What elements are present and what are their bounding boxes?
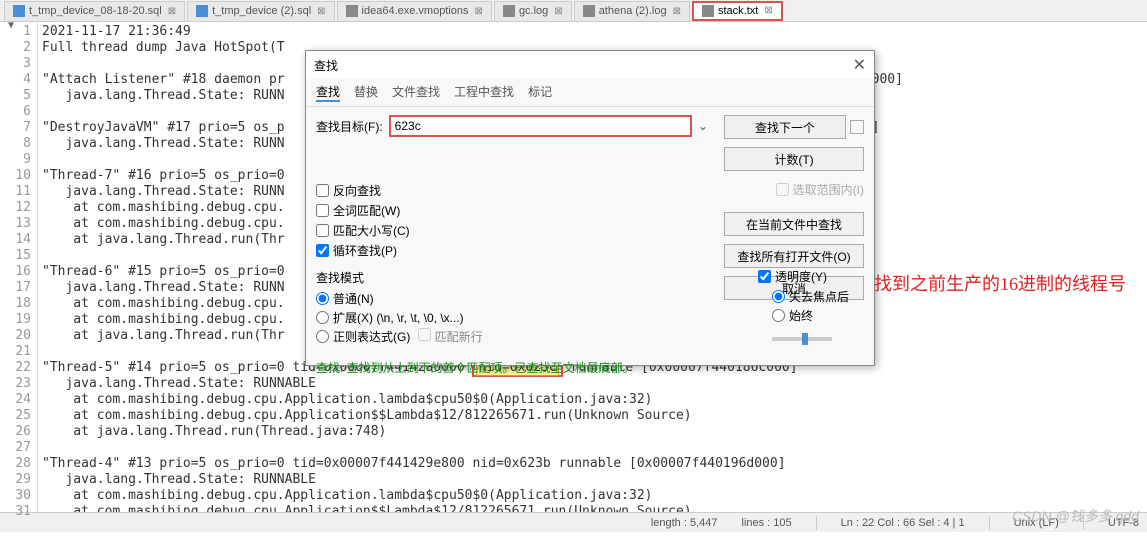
close-icon[interactable]: ✕ — [853, 55, 866, 75]
close-icon[interactable]: ⊠ — [764, 5, 772, 16]
wholeword-checkbox[interactable] — [316, 204, 329, 217]
watermark: CSDN @钱多多 qdd — [1012, 506, 1139, 526]
chevron-down-icon[interactable]: ⌄ — [698, 119, 714, 133]
regex-newline-checkbox — [418, 328, 431, 341]
dialog-tab[interactable]: 文件查找 — [392, 83, 440, 102]
code-line: at java.lang.Thread.run(Thread.java:748) — [42, 424, 1143, 440]
code-line: 2021-11-17 21:36:49 — [42, 24, 1143, 40]
file-icon — [702, 5, 714, 17]
search-input[interactable] — [389, 115, 692, 137]
close-icon[interactable]: ⊠ — [168, 6, 176, 17]
transparency-panel: 透明度(Y) 失去焦点后 始终 — [758, 265, 849, 344]
file-icon — [346, 5, 358, 17]
in-selection-checkbox — [776, 183, 789, 196]
status-length: length : 5,447 — [651, 517, 718, 529]
code-line — [42, 440, 1143, 456]
file-tab[interactable]: stack.txt ⊠ — [692, 1, 783, 21]
code-line: "Thread-4" #13 prio=5 os_prio=0 tid=0x00… — [42, 456, 1143, 472]
dialog-message: 查找: 查找到从上到下的首个匹配项。已查找至文档最底部。 — [306, 355, 874, 380]
tab-label: t_tmp_device_08-18-20.sql — [29, 5, 162, 17]
mode-normal-radio[interactable] — [316, 292, 329, 305]
dialog-tab[interactable]: 替换 — [354, 83, 378, 102]
file-tab[interactable]: t_tmp_device_08-18-20.sql ⊠ — [4, 1, 185, 21]
statusbar: length : 5,447 lines : 105 Ln : 22 Col :… — [0, 512, 1147, 532]
trans-always-radio[interactable] — [772, 309, 785, 322]
close-icon[interactable]: ⊠ — [554, 6, 562, 17]
trans-onblur-radio[interactable] — [772, 290, 785, 303]
dialog-tab[interactable]: 标记 — [528, 83, 552, 102]
file-tab[interactable]: gc.log ⊠ — [494, 1, 572, 21]
code-line: at com.mashibing.debug.cpu.Application.l… — [42, 488, 1143, 504]
mode-group-title: 查找模式 — [316, 269, 714, 286]
annotation-text: 找到之前生产的16进制的线程号 — [874, 270, 1126, 296]
tab-label: stack.txt — [718, 5, 758, 17]
tab-label: athena (2).log — [599, 5, 667, 17]
close-icon[interactable]: ⊠ — [317, 6, 325, 17]
mode-extended-radio[interactable] — [316, 311, 329, 324]
file-tab[interactable]: t_tmp_device (2).sql ⊠ — [187, 1, 334, 21]
reverse-checkbox[interactable] — [316, 184, 329, 197]
find-in-file-button[interactable]: 在当前文件中查找 — [724, 212, 864, 236]
file-icon — [503, 5, 515, 17]
file-tab[interactable]: athena (2).log ⊠ — [574, 1, 690, 21]
status-pos: Ln : 22 Col : 66 Sel : 4 | 1 — [841, 517, 965, 529]
transparency-slider[interactable] — [772, 337, 832, 341]
code-line: java.lang.Thread.State: RUNNABLE — [42, 472, 1143, 488]
code-line: at com.mashibing.debug.cpu.Application.l… — [42, 392, 1143, 408]
tab-label: idea64.exe.vmoptions — [362, 5, 469, 17]
file-icon — [196, 5, 208, 17]
dialog-tabs: 查找替换文件查找工程中查找标记 — [306, 79, 874, 107]
fold-arrow: ▼ — [8, 20, 14, 31]
matchcase-checkbox[interactable] — [316, 224, 329, 237]
line-gutter: 1234567891011121314151617181920212223242… — [0, 22, 38, 512]
dialog-tab[interactable]: 工程中查找 — [454, 83, 514, 102]
close-icon[interactable]: ⊠ — [673, 6, 681, 17]
find-next-button[interactable]: 查找下一个 — [724, 115, 846, 139]
file-icon — [583, 5, 595, 17]
find-next-checkbox[interactable] — [850, 120, 864, 134]
file-tab[interactable]: idea64.exe.vmoptions ⊠ — [337, 1, 492, 21]
file-tabs: t_tmp_device_08-18-20.sql⊠t_tmp_device (… — [0, 0, 1147, 22]
code-line: at com.mashibing.debug.cpu.Application$$… — [42, 408, 1143, 424]
close-icon[interactable]: ⊠ — [475, 6, 483, 17]
tab-label: t_tmp_device (2).sql — [212, 5, 311, 17]
dialog-tab[interactable]: 查找 — [316, 83, 340, 102]
mode-regex-radio[interactable] — [316, 330, 329, 343]
tab-label: gc.log — [519, 5, 548, 17]
count-button[interactable]: 计数(T) — [724, 147, 864, 171]
file-icon — [13, 5, 25, 17]
wrap-checkbox[interactable] — [316, 244, 329, 257]
code-line: at com.mashibing.debug.cpu.Application$$… — [42, 504, 1143, 512]
transparency-checkbox[interactable] — [758, 270, 771, 283]
dialog-title: 查找 — [314, 57, 338, 74]
status-lines: lines : 105 — [742, 517, 792, 529]
search-label: 查找目标(F): — [316, 118, 383, 135]
